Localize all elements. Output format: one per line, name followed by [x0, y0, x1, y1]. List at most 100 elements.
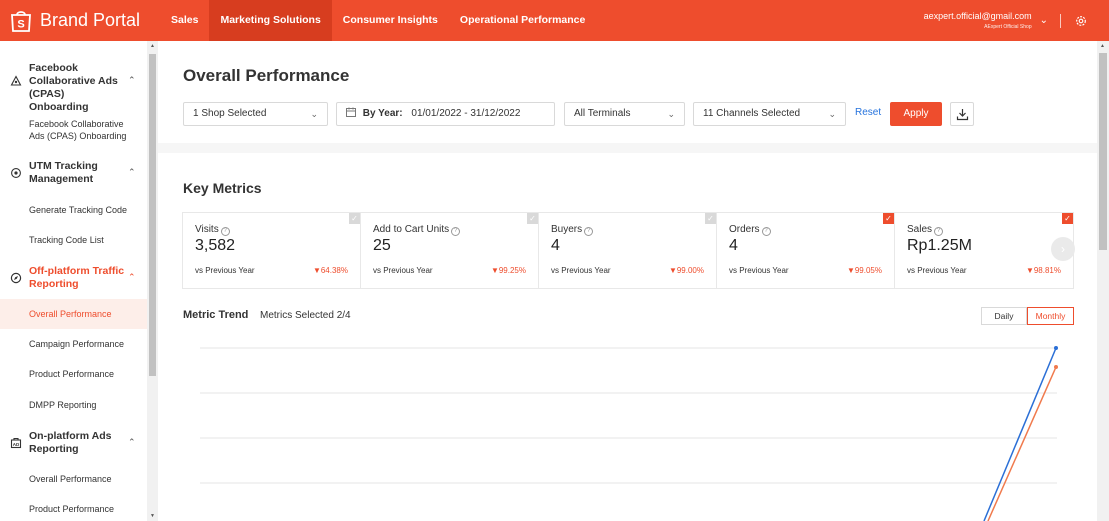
metric-checkbox[interactable]: ✓ — [527, 213, 538, 224]
metric-card-add-to-cart[interactable]: ✓ Add to Cart Units? 25 vs Previous Year… — [361, 213, 539, 288]
top-bar: S Brand Portal Sales Marketing Solutions… — [0, 0, 1109, 41]
metric-label: Buyers — [551, 224, 583, 235]
metric-delta: ▼99.05% — [846, 266, 882, 275]
sidebar-item-on-overall-performance[interactable]: Overall Performance — [0, 464, 147, 494]
metric-trend-chart — [200, 346, 1058, 521]
metric-label: Orders — [729, 224, 760, 235]
sidebar-item-on-product-performance[interactable]: Product Performance — [0, 494, 147, 521]
chevron-right-icon[interactable]: › — [1051, 237, 1075, 261]
main-content: Overall Performance 1 Shop Selected ⌄ By… — [158, 41, 1097, 521]
metric-delta: ▼99.25% — [490, 266, 526, 275]
gear-icon[interactable] — [1075, 15, 1087, 27]
sidebar-group-cpas[interactable]: Facebook Collaborative Ads (CPAS) Onboar… — [0, 61, 147, 113]
metric-checkbox[interactable]: ✓ — [1062, 213, 1073, 224]
terminal-select[interactable]: All Terminals ⌄ — [564, 102, 685, 126]
metric-delta: ▼99.00% — [668, 266, 704, 275]
metric-cards: ✓ Visits? 3,582 vs Previous Year ▼64.38% … — [182, 212, 1074, 289]
nav-sales[interactable]: Sales — [160, 0, 209, 41]
sidebar-group-label: Facebook Collaborative Ads (CPAS) Onboar… — [29, 62, 118, 113]
scrollbar-thumb[interactable] — [1099, 53, 1107, 250]
help-icon[interactable]: ? — [934, 227, 944, 236]
reset-button[interactable]: Reset — [855, 107, 881, 118]
account-shop: AExpert Official Shop — [984, 24, 1032, 30]
metric-compare: vs Previous Year — [195, 266, 255, 275]
metric-card-sales[interactable]: ✓ Sales? Rp1.25M vs Previous Year ▼98.81% — [895, 213, 1073, 288]
help-icon[interactable]: ? — [220, 227, 230, 236]
report-content: Key Metrics ✓ Visits? 3,582 vs Previous … — [158, 153, 1097, 521]
metric-checkbox[interactable]: ✓ — [705, 213, 716, 224]
nav-marketing-solutions[interactable]: Marketing Solutions — [209, 0, 332, 41]
metric-checkbox[interactable]: ✓ — [349, 213, 360, 224]
metric-value: Rp1.25M — [907, 237, 972, 254]
megaphone-icon — [10, 75, 22, 86]
page-title: Overall Performance — [183, 66, 350, 85]
date-range-value: 01/01/2022 - 31/12/2022 — [411, 108, 521, 119]
sidebar-group-utm[interactable]: UTM Tracking Management ⌃ — [0, 159, 147, 187]
sidebar-group-off-platform[interactable]: Off-platform Traffic Reporting ⌃ — [0, 264, 147, 292]
series-sales-line — [987, 366, 1057, 521]
nav-consumer-insights[interactable]: Consumer Insights — [332, 0, 449, 41]
metric-value: 4 — [551, 237, 560, 254]
series-sales-point[interactable] — [1054, 365, 1058, 369]
chevron-up-icon[interactable]: ⌃ — [128, 167, 136, 178]
download-button[interactable] — [950, 102, 974, 126]
metric-compare: vs Previous Year — [373, 266, 433, 275]
sidebar-scrollbar[interactable]: ▲ ▼ — [147, 41, 158, 521]
svg-text:AD: AD — [13, 442, 20, 447]
metric-compare: vs Previous Year — [551, 266, 611, 275]
target-icon — [11, 168, 21, 178]
scroll-up-icon[interactable]: ▲ — [1100, 43, 1105, 49]
help-icon[interactable]: ? — [761, 227, 771, 236]
download-icon — [956, 109, 969, 121]
scroll-up-icon[interactable]: ▲ — [150, 43, 155, 49]
svg-text:S: S — [17, 18, 24, 30]
metrics-selected-count: Metrics Selected 2/4 — [260, 310, 351, 321]
metric-label: Add to Cart Units — [373, 224, 450, 235]
metric-checkbox[interactable]: ✓ — [883, 213, 894, 224]
brand[interactable]: S Brand Portal — [0, 9, 160, 33]
sidebar-item-product-performance[interactable]: Product Performance — [0, 359, 147, 389]
metric-card-orders[interactable]: ✓ Orders? 4 vs Previous Year ▼99.05% — [717, 213, 895, 288]
metric-label: Sales — [907, 224, 933, 235]
metric-compare: vs Previous Year — [907, 266, 967, 275]
sidebar-group-label: Off-platform Traffic Reporting — [29, 265, 125, 290]
chevron-up-icon[interactable]: ⌃ — [128, 75, 136, 86]
sidebar-item-generate-tracking-code[interactable]: Generate Tracking Code — [0, 195, 147, 225]
nav-operational-performance[interactable]: Operational Performance — [449, 0, 596, 41]
sidebar-item-tracking-code-list[interactable]: Tracking Code List — [0, 225, 147, 255]
date-range-picker[interactable]: By Year: 01/01/2022 - 31/12/2022 — [336, 102, 555, 126]
metric-trend-title: Metric Trend — [183, 309, 249, 321]
series-orders-point[interactable] — [1054, 346, 1058, 350]
sidebar-item-cpas-onboarding[interactable]: Facebook Collaborative Ads (CPAS) Onboar… — [0, 115, 140, 147]
terminal-select-value: All Terminals — [574, 108, 631, 119]
sidebar-group-on-platform[interactable]: AD On-platform Ads Reporting ⌃ — [0, 429, 147, 457]
apply-button[interactable]: Apply — [890, 102, 942, 126]
account-email: aexpert.official@gmail.com — [923, 11, 1032, 21]
main-nav: Sales Marketing Solutions Consumer Insig… — [160, 0, 596, 41]
metric-card-buyers[interactable]: ✓ Buyers? 4 vs Previous Year ▼99.00% — [539, 213, 717, 288]
compass-icon — [10, 272, 22, 284]
sidebar-item-overall-performance[interactable]: Overall Performance — [0, 299, 147, 329]
metric-card-visits[interactable]: ✓ Visits? 3,582 vs Previous Year ▼64.38% — [183, 213, 361, 288]
monthly-toggle[interactable]: Monthly — [1027, 307, 1074, 325]
chevron-up-icon[interactable]: ⌃ — [128, 437, 136, 448]
sidebar-item-campaign-performance[interactable]: Campaign Performance — [0, 329, 147, 359]
sidebar-item-dmpp-reporting[interactable]: DMPP Reporting — [0, 390, 147, 420]
help-icon[interactable]: ? — [584, 227, 594, 236]
daily-toggle[interactable]: Daily — [981, 307, 1027, 325]
shop-select[interactable]: 1 Shop Selected ⌄ — [183, 102, 328, 126]
help-icon[interactable]: ? — [451, 227, 461, 236]
scroll-down-icon[interactable]: ▼ — [150, 513, 155, 519]
chevron-up-icon[interactable]: ⌃ — [128, 272, 136, 283]
account-menu[interactable]: aexpert.official@gmail.com AExpert Offic… — [924, 11, 1109, 30]
channel-select[interactable]: 11 Channels Selected ⌄ — [693, 102, 846, 126]
chevron-down-icon[interactable]: ⌄ — [1040, 15, 1048, 26]
scrollbar-thumb[interactable] — [149, 54, 156, 376]
metric-value: 25 — [373, 237, 391, 254]
main-scrollbar[interactable]: ▲ — [1097, 41, 1109, 521]
metric-value: 4 — [729, 237, 738, 254]
shop-select-value: 1 Shop Selected — [193, 108, 267, 119]
metric-label: Visits — [195, 224, 219, 235]
shopping-bag-icon: S — [11, 10, 31, 32]
calendar-icon — [346, 107, 356, 117]
